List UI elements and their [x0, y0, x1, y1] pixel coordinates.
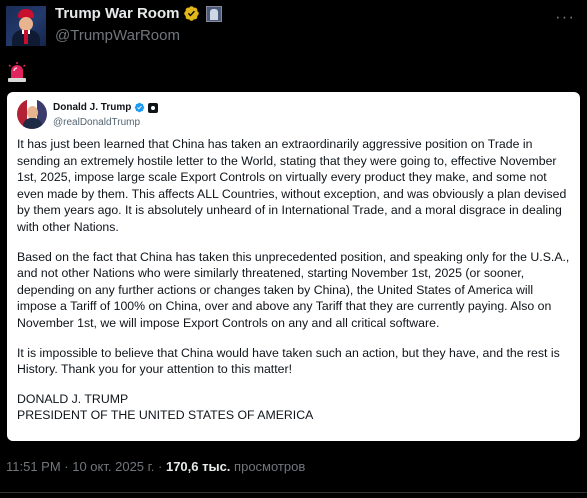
more-options-icon[interactable]: ···	[555, 8, 575, 25]
author-handle[interactable]: @TrumpWarRoom	[55, 27, 180, 44]
quoted-author-name[interactable]: Donald J. Trump	[53, 102, 131, 113]
post-timestamp[interactable]: 11:51 PM · 10 окт. 2025 г. ·	[6, 459, 166, 474]
post-paragraph: It is impossible to believe that China w…	[17, 345, 560, 377]
verified-blue-icon	[135, 102, 145, 113]
quoted-post-header: Donald J. Trump @realDonaldTrump	[17, 99, 317, 131]
quoted-post-text: It has just been learned that China has …	[17, 136, 573, 424]
tweet-meta: 11:51 PM · 10 окт. 2025 г. · 170,6 тыс. …	[6, 459, 305, 474]
tweet-header: Trump War Room @TrumpWarRoom ···	[6, 4, 581, 46]
divider	[0, 492, 587, 493]
quoted-author-handle[interactable]: @realDonaldTrump	[53, 117, 140, 128]
post-paragraph: It has just been learned that China has …	[17, 137, 567, 234]
views-count[interactable]: 170,6 тыс.	[166, 459, 230, 474]
quoted-author-name-row: Donald J. Trump	[53, 102, 159, 113]
author-name-row: Trump War Room	[55, 5, 223, 22]
verified-gold-icon	[184, 6, 200, 21]
views-label: просмотров	[230, 459, 306, 474]
signature-name: DONALD J. TRUMP	[17, 391, 129, 406]
rotating-light-icon	[6, 61, 30, 83]
quoted-author-avatar[interactable]	[17, 99, 47, 129]
avatar[interactable]	[6, 6, 46, 46]
signature-title: PRESIDENT OF THE UNITED STATES OF AMERIC…	[17, 408, 314, 423]
author-display-name[interactable]: Trump War Room	[55, 5, 179, 22]
affiliation-badge-icon[interactable]	[206, 5, 223, 22]
affiliation-badge-icon	[148, 102, 159, 113]
post-paragraph: Based on the fact that China has taken t…	[17, 249, 570, 330]
quoted-post-card[interactable]: Donald J. Trump @realDonaldTrump It has …	[7, 92, 580, 441]
